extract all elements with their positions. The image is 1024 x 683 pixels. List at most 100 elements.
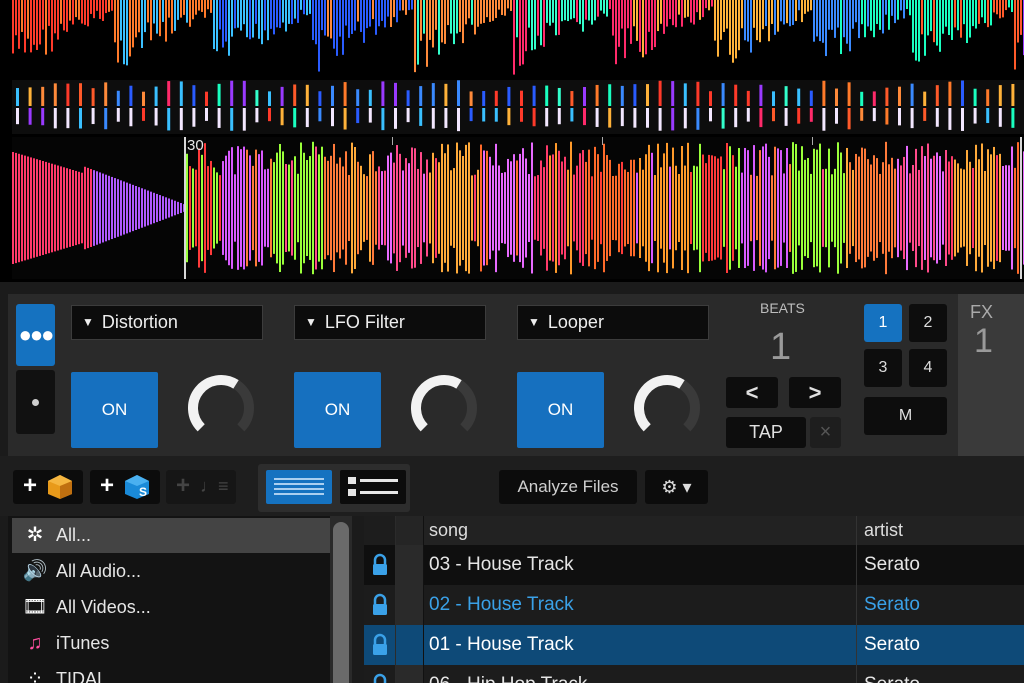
- waveform-sample: [621, 0, 623, 29]
- single-fx-mode-button[interactable]: [16, 370, 55, 434]
- crate-label: iTunes: [56, 633, 110, 653]
- waveform-sample: [543, 0, 545, 47]
- waveform-sample: [231, 0, 233, 37]
- status-column-header[interactable]: [396, 516, 424, 545]
- waveform-sample: [57, 0, 59, 40]
- crate-item-all[interactable]: ✲ All...: [12, 518, 330, 553]
- multi-fx-mode-button[interactable]: ●●●: [16, 304, 55, 366]
- waveform-sample: [651, 152, 653, 264]
- waveform-sample: [174, 200, 176, 216]
- compact-list-view-button[interactable]: [266, 470, 332, 504]
- song-column-header[interactable]: song: [429, 516, 468, 545]
- fx-unit-4-button[interactable]: 4: [909, 349, 947, 387]
- fx-panel: ●●● ▼ Distortion ON ▼ LFO Filter ON ▼ Loope…: [8, 294, 1024, 456]
- fx-slot-2-on-button[interactable]: ON: [294, 372, 381, 448]
- beats-increase-button[interactable]: >: [789, 377, 841, 408]
- beat-mark: [28, 87, 32, 106]
- fx-slot-2-name: LFO Filter: [324, 312, 405, 332]
- table-row[interactable]: 06 - Hip Hop Track Serato: [364, 665, 1024, 683]
- waveform-sample: [297, 0, 299, 23]
- table-row[interactable]: 03 - House Track Serato: [364, 545, 1024, 585]
- artist-column-header[interactable]: artist: [864, 516, 903, 545]
- tap-clear-button[interactable]: ×: [810, 417, 841, 448]
- fx-slot-1-on-button[interactable]: ON: [71, 372, 158, 448]
- beat-mark: [1011, 83, 1015, 106]
- waveform-sample: [63, 0, 65, 31]
- beat-mark: [696, 108, 700, 130]
- fx-slot-1-knob[interactable]: [185, 372, 257, 444]
- table-row[interactable]: 01 - House Track Serato: [364, 625, 1024, 665]
- waveform-sample: [648, 144, 650, 272]
- analyze-files-button[interactable]: Analyze Files: [499, 470, 637, 504]
- tap-button[interactable]: TAP: [726, 417, 806, 448]
- add-crate-button[interactable]: +: [13, 470, 83, 504]
- waveform-sample: [741, 0, 743, 29]
- waveform-sample: [633, 159, 635, 257]
- crate-item-all-audio[interactable]: 🔊 All Audio...: [12, 554, 330, 589]
- waveform-sample: [492, 0, 494, 21]
- fx-slot-3-on-button[interactable]: ON: [517, 372, 604, 448]
- crates-scrollbar-thumb[interactable]: [333, 522, 349, 683]
- bar-marker-line: [184, 137, 186, 279]
- waveform-sample: [648, 0, 650, 32]
- lock-icon[interactable]: [364, 545, 396, 585]
- detail-list-view-button[interactable]: [340, 470, 406, 504]
- waveform-sample: [765, 0, 767, 27]
- waveform-sample: [819, 0, 821, 42]
- crate-item-all-videos[interactable]: 🎞 All Videos...: [12, 590, 330, 625]
- waveform-display[interactable]: 30: [0, 0, 1024, 282]
- waveform-sample: [96, 0, 98, 11]
- beatgrid-strip[interactable]: [12, 80, 1024, 134]
- waveform-sample: [813, 0, 815, 42]
- fx-unit-1-button[interactable]: 1: [864, 304, 902, 342]
- waveform-sample: [909, 0, 911, 16]
- lock-icon[interactable]: [364, 585, 396, 625]
- fx-unit-3-button[interactable]: 3: [864, 349, 902, 387]
- crate-item-itunes[interactable]: ♫ iTunes: [12, 626, 330, 661]
- waveform-sample: [762, 0, 764, 30]
- add-subcrate-button[interactable]: + ♩≡: [166, 470, 236, 504]
- waveform-sample: [978, 159, 980, 257]
- waveform-sample: [507, 0, 509, 9]
- waveform-sample: [348, 175, 350, 241]
- compact-list-icon: [274, 478, 324, 495]
- fx-unit-2-button[interactable]: 2: [909, 304, 947, 342]
- crates-scrollbar[interactable]: [330, 516, 352, 683]
- add-smart-crate-button[interactable]: + S: [90, 470, 160, 504]
- beat-mark: [394, 82, 397, 106]
- waveform-sample: [369, 0, 371, 27]
- waveform-sample: [180, 0, 182, 18]
- beats-decrease-button[interactable]: <: [726, 377, 778, 408]
- fx-slot-1-select[interactable]: ▼ Distortion: [71, 305, 263, 340]
- waveform-sample: [126, 182, 128, 234]
- waveform-sample: [171, 0, 173, 34]
- library-settings-button[interactable]: ⚙ ▾: [645, 470, 708, 504]
- waveform-sample: [882, 0, 884, 34]
- asterisk-icon: ✲: [26, 524, 44, 546]
- column-divider[interactable]: [856, 516, 857, 683]
- lock-column-header[interactable]: [364, 516, 396, 545]
- lock-icon[interactable]: [364, 665, 396, 683]
- overview-waveform[interactable]: [12, 0, 1024, 77]
- crate-item-tidal[interactable]: ⁘ TIDAL: [12, 662, 330, 683]
- waveform-sample: [582, 0, 584, 32]
- main-waveform[interactable]: 30: [12, 137, 1024, 279]
- track-table: song artist 03 - House Track Serato 02 -…: [364, 516, 1024, 683]
- beat-mark: [532, 85, 536, 106]
- waveform-sample: [996, 0, 998, 15]
- fx-slot-3-knob[interactable]: [631, 372, 703, 444]
- table-row[interactable]: 02 - House Track Serato: [364, 585, 1024, 625]
- fx-slot-2-select[interactable]: ▼ LFO Filter: [294, 305, 486, 340]
- waveform-sample: [1008, 165, 1010, 251]
- waveform-sample: [891, 157, 893, 259]
- lock-icon[interactable]: [364, 625, 396, 665]
- waveform-sample: [678, 174, 680, 242]
- beat-mark: [658, 80, 662, 106]
- fx-slot-2-knob[interactable]: [408, 372, 480, 444]
- waveform-sample: [672, 147, 674, 269]
- fx-master-button[interactable]: M: [864, 397, 947, 435]
- fx-slot-3-select[interactable]: ▼ Looper: [517, 305, 709, 340]
- waveform-sample: [963, 0, 965, 25]
- waveform-sample: [471, 175, 473, 241]
- waveform-sample: [348, 0, 350, 38]
